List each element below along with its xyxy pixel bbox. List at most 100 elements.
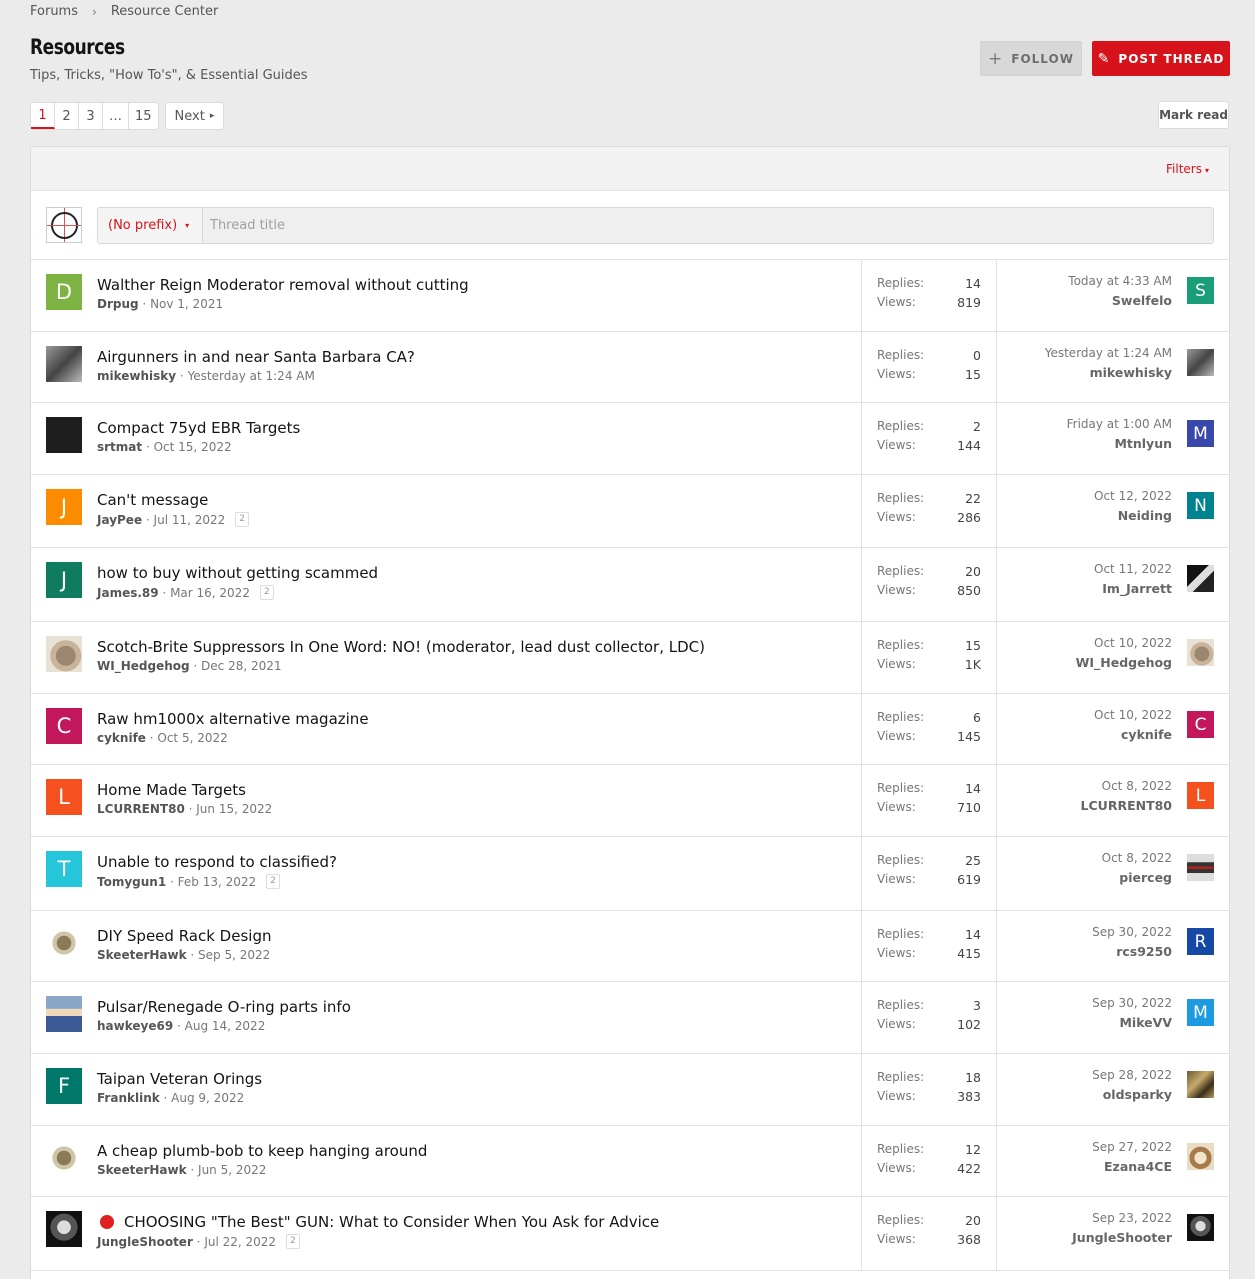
last-post-time[interactable]: Sep 30, 2022 <box>1092 996 1172 1015</box>
last-post-user[interactable]: Neiding <box>1094 508 1172 523</box>
last-post-user[interactable]: Swelfelo <box>1068 293 1172 308</box>
thread-page-jump[interactable]: 2 <box>266 874 280 889</box>
thread-author[interactable]: Tomygun1 <box>97 875 166 889</box>
thread-author[interactable]: srtmat <box>97 440 142 454</box>
thread-start-date[interactable]: Feb 13, 2022 <box>178 875 257 889</box>
last-post-user[interactable]: Mtnlyun <box>1067 436 1172 451</box>
thread-title-link[interactable]: A cheap plumb-bob to keep hanging around <box>97 1140 427 1162</box>
thread-start-date[interactable]: Dec 28, 2021 <box>201 659 281 673</box>
author-avatar[interactable] <box>46 636 82 672</box>
thread-author[interactable]: JayPee <box>97 513 142 527</box>
thread-title-link[interactable]: DIY Speed Rack Design <box>97 925 271 947</box>
last-post-user[interactable]: cyknife <box>1094 727 1172 742</box>
last-post-time[interactable]: Oct 12, 2022 <box>1094 489 1172 508</box>
last-poster-avatar[interactable]: S <box>1187 277 1214 304</box>
last-poster-avatar[interactable]: L <box>1187 782 1214 809</box>
last-poster-avatar[interactable] <box>1187 1143 1214 1170</box>
last-poster-avatar[interactable]: N <box>1187 492 1214 519</box>
thread-author[interactable]: WI_Hedgehog <box>97 659 190 673</box>
last-post-user[interactable]: oldsparky <box>1092 1087 1172 1102</box>
last-post-time[interactable]: Oct 11, 2022 <box>1094 562 1172 581</box>
thread-start-date[interactable]: Jun 15, 2022 <box>196 802 272 816</box>
thread-title-link[interactable]: Taipan Veteran Orings <box>97 1068 262 1090</box>
last-post-time[interactable]: Oct 10, 2022 <box>1076 636 1172 655</box>
last-post-user[interactable]: JungleShooter <box>1072 1230 1172 1245</box>
thread-start-date[interactable]: Nov 1, 2021 <box>150 297 223 311</box>
last-poster-avatar[interactable]: C <box>1187 711 1214 738</box>
author-avatar[interactable] <box>46 417 82 453</box>
thread-start-date[interactable]: Yesterday at 1:24 AM <box>188 369 315 383</box>
breadcrumb-resource-center[interactable]: Resource Center <box>111 4 219 19</box>
thread-start-date[interactable]: Mar 16, 2022 <box>170 586 250 600</box>
user-avatar[interactable] <box>46 207 82 243</box>
thread-author[interactable]: mikewhisky <box>97 369 176 383</box>
thread-author[interactable]: James.89 <box>97 586 159 600</box>
thread-author[interactable]: SkeeterHawk <box>97 1163 187 1177</box>
thread-author[interactable]: LCURRENT80 <box>97 802 185 816</box>
thread-page-jump[interactable]: 2 <box>286 1234 300 1249</box>
last-post-time[interactable]: Sep 27, 2022 <box>1092 1140 1172 1159</box>
author-avatar[interactable] <box>46 1211 82 1247</box>
last-post-time[interactable]: Friday at 1:00 AM <box>1067 417 1172 436</box>
last-post-user[interactable]: Ezana4CE <box>1092 1159 1172 1174</box>
thread-start-date[interactable]: Sep 5, 2022 <box>198 948 270 962</box>
thread-author[interactable]: JungleShooter <box>97 1235 193 1249</box>
thread-title-link[interactable]: Home Made Targets <box>97 779 246 801</box>
last-poster-avatar[interactable]: R <box>1187 928 1214 955</box>
thread-author[interactable]: Drpug <box>97 297 139 311</box>
author-avatar[interactable]: D <box>46 274 82 310</box>
last-post-time[interactable]: Sep 23, 2022 <box>1072 1211 1172 1230</box>
thread-page-jump[interactable]: 2 <box>259 585 274 600</box>
thread-author[interactable]: cyknife <box>97 731 146 745</box>
page-link-2[interactable]: 2 <box>55 103 79 129</box>
page-link-15[interactable]: 15 <box>129 103 158 129</box>
thread-start-date[interactable]: Aug 14, 2022 <box>185 1019 266 1033</box>
author-avatar[interactable] <box>46 1140 82 1176</box>
last-post-time[interactable]: Yesterday at 1:24 AM <box>1045 346 1172 365</box>
author-avatar[interactable]: J <box>46 489 82 525</box>
last-poster-avatar[interactable] <box>1187 565 1214 592</box>
post-thread-button[interactable]: ✎ POST THREAD <box>1092 41 1230 76</box>
author-avatar[interactable]: J <box>46 562 82 598</box>
author-avatar[interactable]: L <box>46 779 82 815</box>
author-avatar[interactable]: C <box>46 708 82 744</box>
page-jump-ellipsis[interactable]: … <box>103 103 129 129</box>
thread-title-link[interactable]: how to buy without getting scammed <box>97 562 378 584</box>
last-post-user[interactable]: mikewhisky <box>1045 365 1172 380</box>
thread-author[interactable]: Franklink <box>97 1091 160 1105</box>
last-post-user[interactable]: pierceg <box>1102 870 1172 885</box>
thread-start-date[interactable]: Aug 9, 2022 <box>171 1091 244 1105</box>
thread-title-link[interactable]: Walther Reign Moderator removal without … <box>97 274 469 296</box>
last-poster-avatar[interactable] <box>1187 1214 1214 1241</box>
follow-button[interactable]: + FOLLOW <box>980 41 1082 76</box>
last-post-time[interactable]: Sep 28, 2022 <box>1092 1068 1172 1087</box>
last-poster-avatar[interactable] <box>1187 349 1214 376</box>
thread-start-date[interactable]: Jun 5, 2022 <box>198 1163 266 1177</box>
last-post-time[interactable]: Today at 4:33 AM <box>1068 274 1172 293</box>
last-post-user[interactable]: Im_Jarrett <box>1094 581 1172 596</box>
thread-start-date[interactable]: Jul 22, 2022 <box>204 1235 276 1249</box>
author-avatar[interactable]: F <box>46 1068 82 1104</box>
thread-title-link[interactable]: Raw hm1000x alternative magazine <box>97 708 369 730</box>
thread-title-link[interactable]: Scotch-Brite Suppressors In One Word: NO… <box>97 636 705 658</box>
last-post-user[interactable]: WI_Hedgehog <box>1076 655 1172 670</box>
thread-title-link[interactable]: Can't message <box>97 489 208 511</box>
thread-title-link[interactable]: Airgunners in and near Santa Barbara CA? <box>97 346 415 368</box>
last-poster-avatar[interactable] <box>1187 854 1214 881</box>
thread-start-date[interactable]: Jul 11, 2022 <box>154 513 226 527</box>
mark-read-button[interactable]: Mark read <box>1158 101 1229 129</box>
last-post-time[interactable]: Sep 30, 2022 <box>1092 925 1172 944</box>
thread-title-link[interactable]: Unable to respond to classified? <box>97 851 337 873</box>
author-avatar[interactable] <box>46 996 82 1032</box>
thread-page-jump[interactable]: 2 <box>235 512 250 527</box>
thread-title-link[interactable]: CHOOSING "The Best" GUN: What to Conside… <box>124 1211 659 1233</box>
author-avatar[interactable]: T <box>46 851 82 887</box>
page-link-3[interactable]: 3 <box>79 103 103 129</box>
last-post-user[interactable]: MikeVV <box>1092 1015 1172 1030</box>
last-post-user[interactable]: rcs9250 <box>1092 944 1172 959</box>
author-avatar[interactable] <box>46 346 82 382</box>
author-avatar[interactable] <box>46 925 82 961</box>
last-post-time[interactable]: Oct 8, 2022 <box>1081 779 1172 798</box>
thread-author[interactable]: hawkeye69 <box>97 1019 173 1033</box>
last-post-time[interactable]: Oct 8, 2022 <box>1102 851 1172 870</box>
